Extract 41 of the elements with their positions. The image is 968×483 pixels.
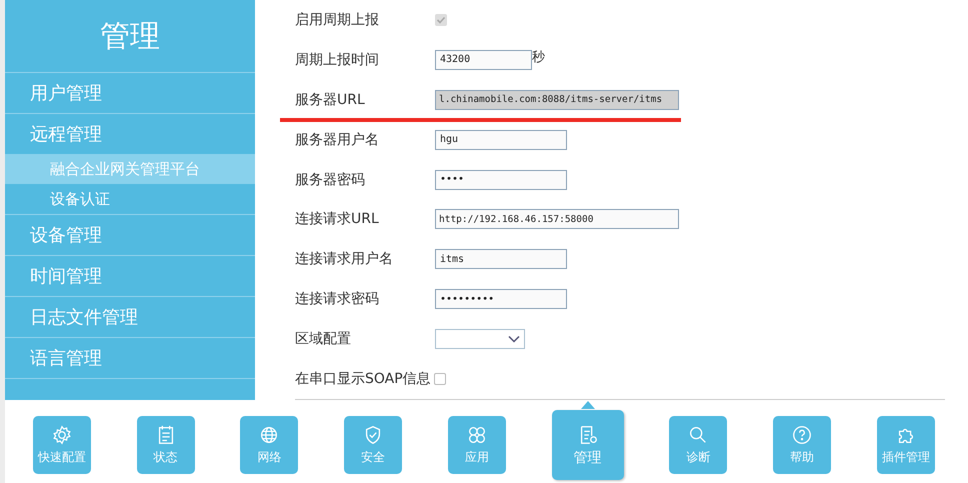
field-label: 服务器密码 — [295, 170, 366, 189]
sidebar-item[interactable]: 远程管理 — [5, 114, 255, 154]
input-field[interactable]: http://192.168.46.157:58000 — [435, 209, 679, 230]
field-label: 在串口显示SOAP信息 — [295, 370, 431, 388]
input-field[interactable]: l.chinamobile.com:8088/itms-server/itms — [435, 90, 679, 110]
sidebar-title: 管理 — [5, 0, 255, 73]
sidebar-item[interactable]: 时间管理 — [5, 256, 255, 297]
nav-button[interactable]: 插件管理 — [877, 416, 935, 474]
input-field[interactable]: hgu — [435, 130, 567, 150]
nav-button[interactable]: 快速配置 — [32, 416, 91, 474]
input-field[interactable]: itms — [435, 249, 567, 270]
gear-icon — [50, 424, 73, 446]
field-label: 区域配置 — [295, 330, 352, 348]
unit-label: 秒 — [532, 48, 545, 66]
sidebar-item[interactable]: 语言管理 — [5, 338, 255, 379]
field-label: 启用周期上报 — [295, 10, 380, 29]
sidebar-item[interactable]: 日志文件管理 — [5, 297, 255, 338]
input-field[interactable]: 43200 — [435, 50, 532, 70]
field-label: 服务器用户名 — [295, 130, 380, 149]
chevron-down-icon — [508, 335, 520, 344]
checkbox[interactable] — [434, 373, 446, 386]
nav-button[interactable]: 管理 — [552, 410, 624, 480]
sidebar-subitem[interactable]: 融合企业网关管理平台 — [5, 154, 255, 184]
field-label: 连接请求用户名 — [295, 250, 394, 268]
input-field[interactable]: •••• — [435, 170, 567, 190]
nav-button[interactable]: 网络 — [240, 416, 298, 474]
nav-button[interactable]: 诊断 — [669, 416, 728, 474]
nav-button[interactable]: 状态 — [136, 416, 195, 474]
field-label: 服务器URL — [295, 90, 366, 109]
sidebar-item[interactable]: 设备管理 — [5, 215, 255, 256]
field-label: 连接请求URL — [295, 210, 380, 228]
nav-button[interactable]: 应用 — [448, 416, 506, 474]
nav-button[interactable]: 安全 — [344, 416, 402, 474]
field-label: 周期上报时间 — [295, 50, 380, 69]
sidebar-subitem[interactable]: 设备认证 — [5, 184, 255, 214]
help-icon — [791, 424, 814, 446]
field-label: 连接请求密码 — [295, 290, 380, 308]
dropdown[interactable] — [435, 329, 525, 350]
nav-button[interactable]: 帮助 — [773, 416, 832, 474]
sidebar-item[interactable]: 用户管理 — [5, 73, 255, 114]
input-field[interactable]: ••••••••• — [435, 289, 567, 310]
